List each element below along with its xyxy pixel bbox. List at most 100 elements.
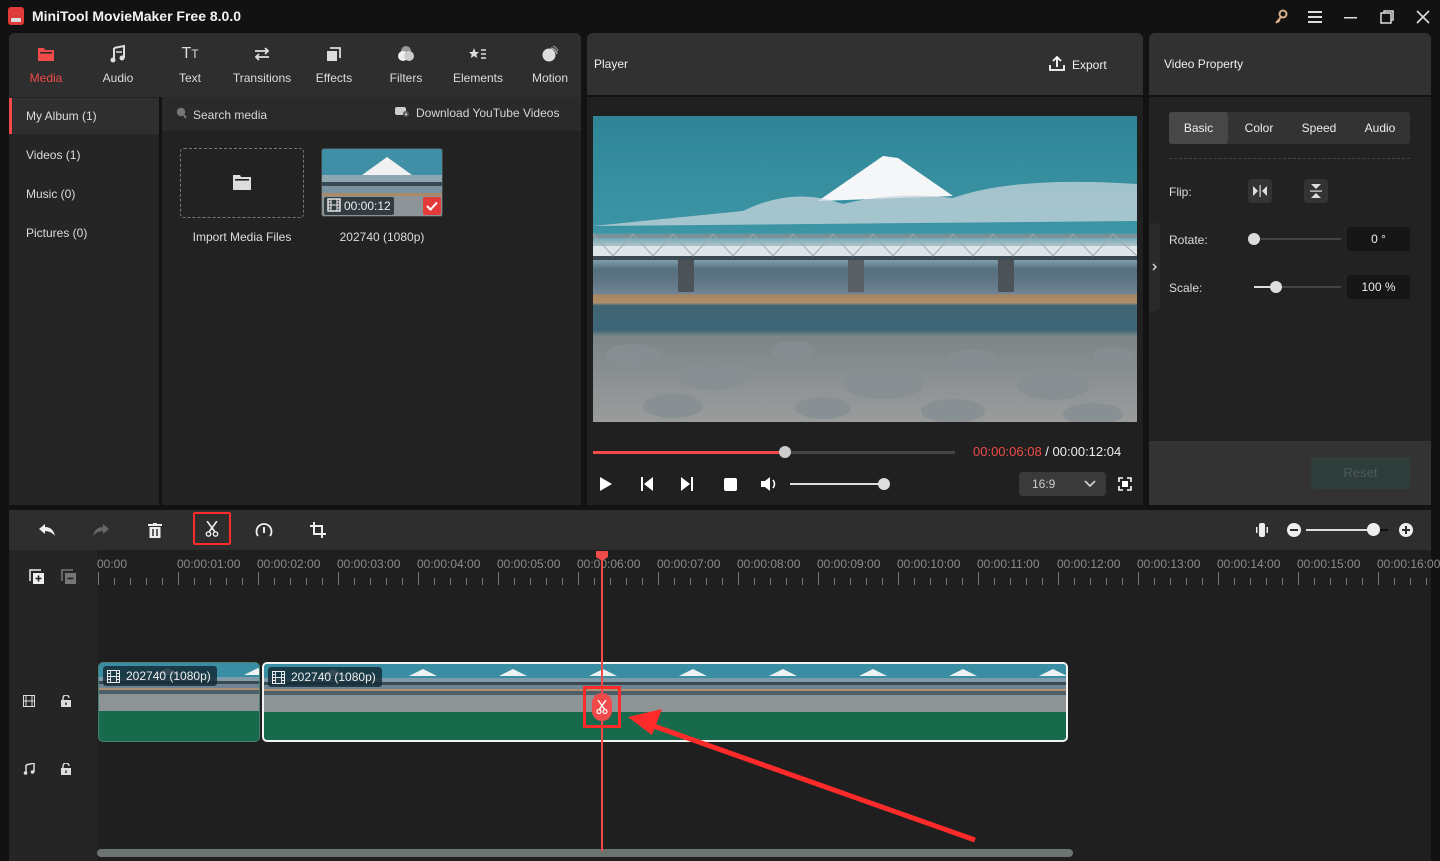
search-media[interactable]: Search media — [176, 107, 267, 122]
rotate-handle[interactable] — [1248, 233, 1260, 245]
tab-effects[interactable]: Effects — [301, 43, 367, 85]
menu-icon[interactable] — [1305, 6, 1327, 28]
scale-handle[interactable] — [1269, 281, 1282, 293]
split-here-button[interactable] — [592, 693, 612, 721]
tab-color[interactable]: Color — [1229, 112, 1289, 144]
rotate-input[interactable]: 0 ° — [1347, 227, 1410, 251]
timeline-clip[interactable]: 202740 (1080p) — [262, 662, 1069, 742]
film-icon — [327, 197, 341, 215]
ruler-label: 00:00:04:00 — [417, 557, 481, 571]
crop-button[interactable] — [309, 521, 327, 539]
split-button[interactable] — [193, 512, 231, 545]
video-preview[interactable] — [593, 116, 1137, 422]
film-icon — [107, 669, 120, 683]
tab-speed[interactable]: Speed — [1289, 112, 1349, 144]
playback-progress-handle[interactable] — [778, 446, 791, 458]
ruler-tick — [1090, 578, 1091, 585]
fullscreen-button[interactable] — [1117, 476, 1133, 492]
album-item-videos[interactable]: Videos (1) — [9, 137, 159, 173]
restore-icon[interactable] — [1376, 6, 1398, 28]
flip-vertical-button[interactable] — [1304, 179, 1328, 203]
play-button[interactable] — [597, 475, 613, 493]
ruler-tick — [1250, 578, 1251, 585]
zoom-out-button[interactable] — [1287, 523, 1301, 537]
playback-progress[interactable] — [593, 446, 955, 458]
timeline-clip[interactable]: 202740 (1080p) — [98, 662, 261, 742]
export-button[interactable]: Export — [1049, 55, 1107, 74]
download-youtube-label: Download YouTube Videos — [416, 106, 560, 120]
minimize-icon[interactable] — [1340, 6, 1362, 28]
timeline-zoom-slider[interactable] — [1306, 523, 1388, 536]
flip-vertical-icon — [1310, 184, 1322, 198]
search-input[interactable]: Search media — [193, 108, 267, 122]
scale-slider[interactable] — [1254, 281, 1341, 293]
ruler-tick — [946, 578, 947, 585]
tab-motion[interactable]: Motion — [517, 43, 583, 85]
key-icon[interactable] — [1270, 6, 1292, 28]
selected-checkbox[interactable] — [423, 197, 441, 215]
undo-button[interactable] — [37, 522, 57, 538]
stop-button[interactable] — [722, 475, 738, 493]
flip-horizontal-button[interactable] — [1248, 179, 1272, 203]
add-track-button[interactable] — [28, 568, 46, 586]
tab-filters[interactable]: Filters — [373, 43, 439, 85]
album-item-my-album[interactable]: My Album (1) — [9, 98, 159, 134]
volume-slider[interactable] — [790, 478, 890, 490]
fit-timeline-button[interactable] — [1255, 522, 1269, 538]
tab-audio-property[interactable]: Audio — [1350, 112, 1410, 144]
split-scissors-icon — [205, 520, 219, 537]
timeline-toolbar — [9, 510, 1431, 550]
close-icon[interactable] — [1412, 6, 1434, 28]
tab-audio[interactable]: Audio — [85, 43, 151, 85]
rotate-slider[interactable] — [1248, 233, 1341, 245]
ruler-tick — [1186, 578, 1187, 585]
tab-media[interactable]: Media — [13, 43, 79, 85]
ruler-tick — [530, 578, 531, 585]
volume-button[interactable] — [760, 475, 780, 493]
check-icon — [426, 201, 438, 211]
timeline-scrollbar[interactable] — [97, 849, 1073, 857]
ruler-tick — [1314, 578, 1315, 585]
collapse-panel-button[interactable] — [1149, 223, 1160, 311]
redo-button[interactable] — [91, 522, 111, 538]
delete-button[interactable] — [147, 522, 163, 538]
ruler-tick — [386, 578, 387, 585]
album-item-music[interactable]: Music (0) — [9, 176, 159, 212]
next-frame-button[interactable] — [679, 475, 695, 493]
scale-input[interactable]: 100 % — [1347, 275, 1410, 299]
skip-back-icon — [641, 477, 653, 491]
zoom-in-button[interactable] — [1399, 523, 1413, 537]
remove-track-button[interactable] — [60, 568, 78, 586]
video-track-header — [9, 658, 97, 746]
ruler-tick — [1282, 578, 1283, 585]
folder-icon — [232, 173, 252, 194]
previous-frame-button[interactable] — [639, 475, 655, 493]
playback-progress-fill — [593, 451, 785, 454]
album-item-pictures[interactable]: Pictures (0) — [9, 215, 159, 251]
layers-icon — [301, 43, 367, 65]
import-media-button[interactable] — [180, 148, 304, 218]
tab-basic[interactable]: Basic — [1169, 112, 1228, 144]
reset-button[interactable]: Reset — [1311, 457, 1410, 489]
ruler-tick — [1202, 578, 1203, 585]
tab-transitions[interactable]: Transitions — [229, 43, 295, 85]
ruler-tick — [1154, 578, 1155, 585]
tab-elements[interactable]: Elements — [445, 43, 511, 85]
timeline-zoom-handle[interactable] — [1367, 523, 1381, 536]
volume-handle[interactable] — [878, 478, 890, 490]
remove-track-icon — [61, 569, 76, 584]
download-youtube-button[interactable]: Download YouTube Videos — [395, 106, 559, 120]
ruler-tick — [178, 572, 179, 585]
ruler-tick — [1122, 578, 1123, 585]
chevron-down-icon — [1084, 480, 1096, 488]
speed-button[interactable] — [254, 521, 274, 539]
tab-audio-label: Audio — [102, 71, 134, 85]
ruler-label: 00:00:13:00 — [1137, 557, 1201, 571]
lock-open-icon[interactable] — [59, 694, 73, 708]
media-item-thumbnail[interactable]: 00:00:12 — [321, 148, 443, 217]
tab-text[interactable]: TT Text — [157, 43, 223, 85]
ruler-tick — [1362, 578, 1363, 585]
lock-open-icon[interactable] — [59, 762, 73, 776]
aspect-ratio-select[interactable]: 16:9 — [1019, 472, 1106, 496]
stop-icon — [723, 477, 737, 491]
